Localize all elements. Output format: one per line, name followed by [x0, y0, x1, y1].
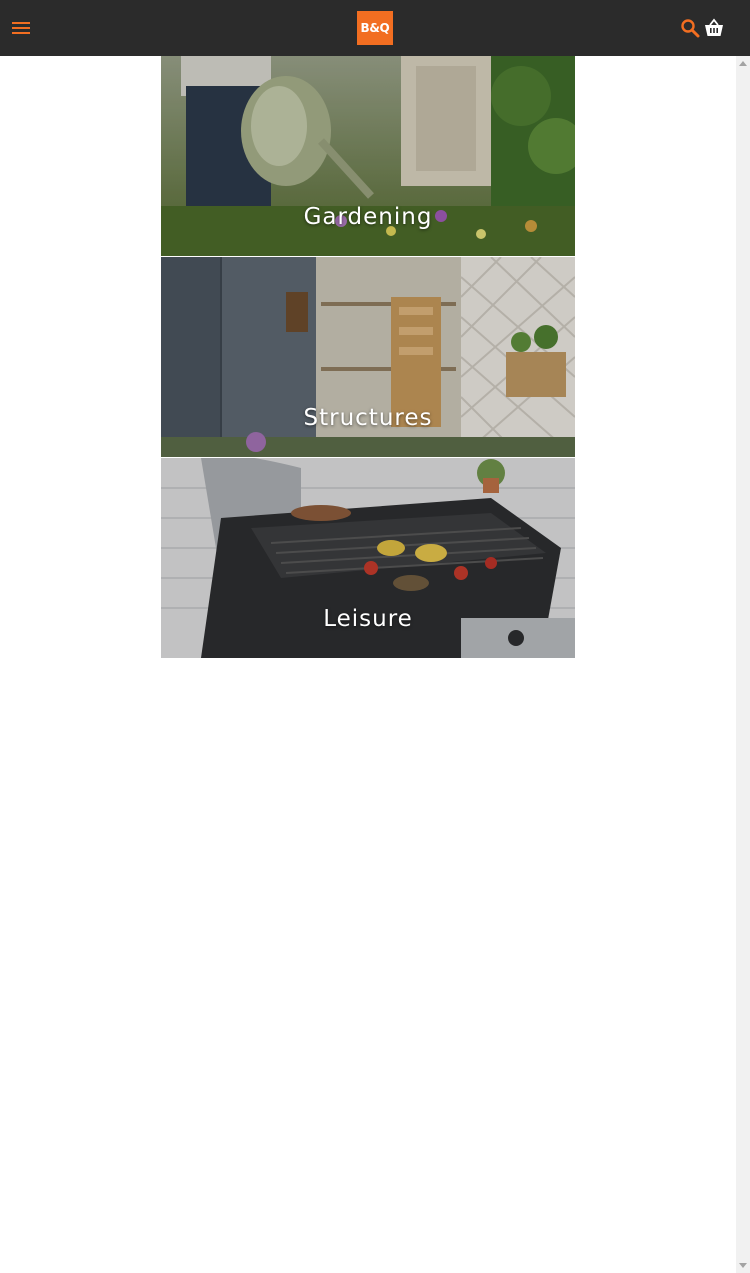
- basket-icon[interactable]: [703, 17, 725, 39]
- category-tile-leisure[interactable]: Leisure: [161, 458, 575, 658]
- content-scroll-area: Gardening Structures Leisure: [0, 56, 736, 1273]
- menu-line: [12, 32, 30, 34]
- category-tile-gardening[interactable]: Gardening: [161, 56, 575, 256]
- scroll-up-arrow-icon[interactable]: [739, 61, 747, 66]
- brand-logo[interactable]: B&Q: [357, 11, 393, 45]
- category-label: Structures: [303, 405, 433, 431]
- hamburger-menu-icon[interactable]: [11, 18, 31, 38]
- menu-line: [12, 22, 30, 24]
- category-label: Leisure: [323, 606, 413, 632]
- top-header-bar: B&Q: [0, 0, 750, 56]
- scroll-down-arrow-icon[interactable]: [739, 1263, 747, 1268]
- category-label: Gardening: [303, 204, 433, 230]
- category-tile-structures[interactable]: Structures: [161, 257, 575, 457]
- menu-line: [12, 27, 30, 29]
- vertical-scrollbar[interactable]: [736, 56, 750, 1273]
- search-icon[interactable]: [680, 18, 700, 38]
